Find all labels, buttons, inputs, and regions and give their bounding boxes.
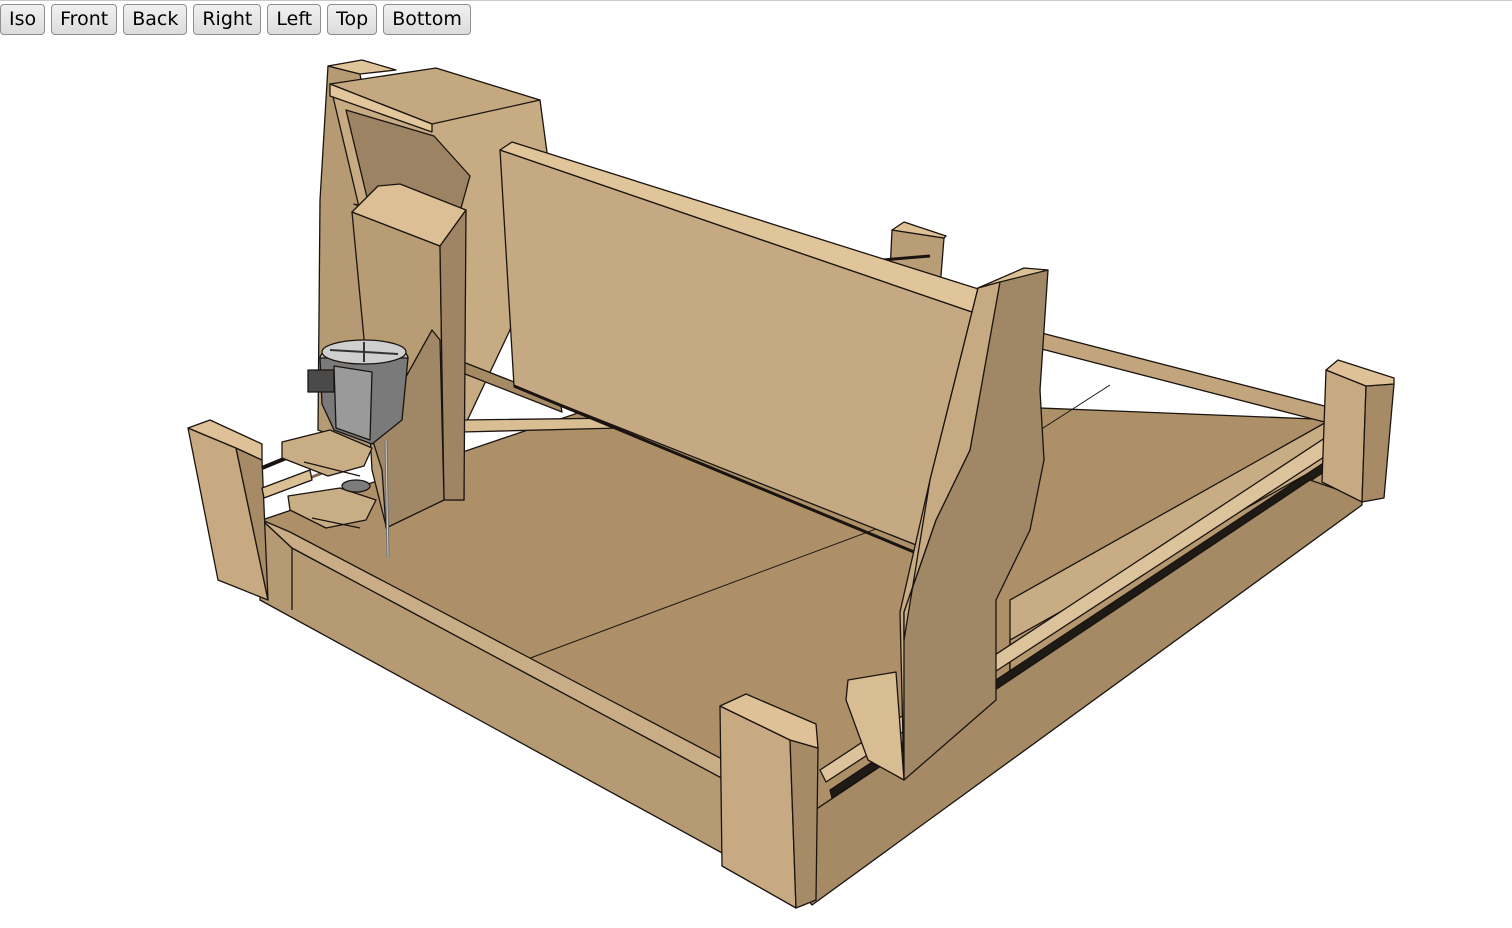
view-bottom-button[interactable]: Bottom (383, 3, 471, 35)
z-carriage-side (439, 209, 467, 501)
3d-viewport[interactable] (0, 40, 1512, 928)
cnc-machine-model[interactable] (0, 40, 1512, 928)
view-front-button[interactable]: Front (51, 3, 118, 35)
view-toolbar: Iso Front Back Right Left Top Bottom (0, 3, 471, 35)
view-iso-button[interactable]: Iso (0, 3, 46, 35)
view-back-button[interactable]: Back (123, 3, 188, 35)
view-top-button[interactable]: Top (327, 3, 378, 35)
top-divider (0, 0, 1512, 1)
back-right-endcap-front (1321, 369, 1367, 503)
view-right-button[interactable]: Right (193, 3, 262, 35)
view-left-button[interactable]: Left (267, 3, 322, 35)
back-right-endcap-side (1361, 383, 1395, 503)
